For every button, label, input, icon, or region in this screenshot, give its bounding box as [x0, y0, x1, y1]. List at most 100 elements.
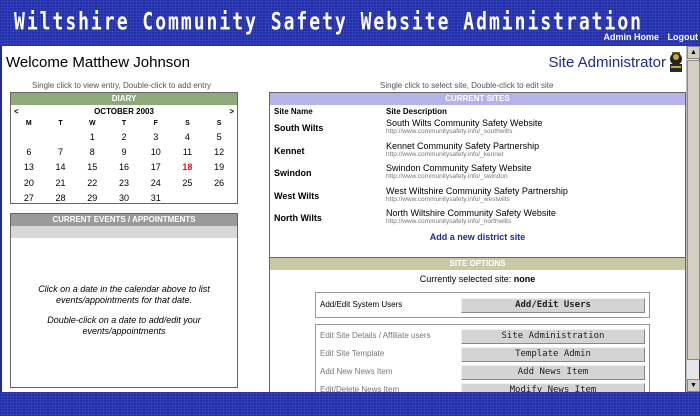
weekday-label: S — [216, 120, 222, 127]
site-description: Swindon Community Safety Website — [386, 163, 532, 174]
site-option-row: Add New News Item Add News Item — [316, 363, 649, 381]
site-description-cell: Kennet Community Safety Partnership http:… — [386, 141, 539, 163]
site-option-label: Edit Site Template — [320, 349, 385, 358]
site-options-panel: SITE OPTIONS Currently selected site: no… — [269, 257, 686, 392]
calendar-day[interactable]: 22 — [76, 176, 108, 191]
current-sites-title: CURRENT SITES — [270, 93, 685, 105]
calendar-day[interactable]: 23 — [108, 176, 140, 191]
site-option-label: Edit/Delete News Item — [320, 385, 400, 392]
prev-month-button[interactable]: < — [14, 105, 19, 118]
site-name: West Wilts — [274, 190, 320, 201]
app-title: Wiltshire Community Safety Website Admin… — [14, 8, 644, 37]
col-site-description: Site Description — [386, 107, 447, 116]
add-edit-users-button[interactable]: Add/Edit Users — [461, 298, 645, 313]
vertical-scrollbar[interactable]: ▲ ▼ — [686, 46, 700, 392]
site-option-button[interactable]: Modify News Item — [461, 383, 645, 392]
calendar-day[interactable]: 11 — [172, 145, 204, 160]
site-option-button[interactable]: Template Admin — [461, 347, 645, 362]
events-subheader — [11, 226, 237, 238]
calendar-day[interactable]: 8 — [76, 145, 108, 160]
site-name: North Wilts — [274, 213, 322, 224]
col-site-name: Site Name — [274, 107, 313, 116]
selected-site-value: none — [513, 274, 536, 284]
calendar-day[interactable]: 1 — [76, 130, 108, 145]
calendar-day[interactable]: 28 — [45, 191, 77, 206]
site-description: South Wilts Community Safety Website — [386, 118, 543, 128]
site-description-cell: North Wiltshire Community Safety Website… — [386, 208, 556, 230]
site-description: West Wiltshire Community Safety Partners… — [386, 185, 568, 196]
header-links: Admin Home Logout — [597, 32, 698, 42]
diary-title: DIARY — [11, 93, 237, 105]
calendar-grid: M T W T F S S 1 2 3 4 5 6 7 8 9 10 11 12 13 14 15 16 17 18 19 20 21… — [11, 118, 237, 206]
calendar-day[interactable]: 18 — [172, 160, 204, 175]
calendar-day[interactable]: 4 — [172, 130, 204, 145]
calendar-day[interactable]: 12 — [203, 145, 235, 160]
site-option-label: Edit Site Details / Affiliate users — [320, 331, 431, 340]
calendar-day[interactable]: 21 — [45, 176, 77, 191]
calendar-day[interactable]: 20 — [13, 176, 45, 191]
site-option-button[interactable]: Add News Item — [461, 365, 645, 380]
calendar-day[interactable]: 6 — [13, 145, 45, 160]
site-row[interactable]: Swindon Swindon Community Safety Website h… — [270, 163, 685, 185]
scroll-up-icon[interactable]: ▲ — [687, 46, 700, 59]
scroll-down-icon[interactable]: ▼ — [687, 379, 700, 392]
admin-home-link[interactable]: Admin Home — [603, 32, 659, 42]
site-url: http://www.communitysafety.info/_westwil… — [386, 195, 510, 203]
calendar-empty-cell — [203, 191, 235, 206]
system-users-label: Add/Edit System Users — [320, 300, 403, 309]
calendar-day[interactable]: 17 — [140, 160, 172, 175]
site-url: http://www.communitysafety.info/_swindon — [386, 173, 508, 181]
calendar-day[interactable]: 3 — [140, 130, 172, 145]
calendar-day[interactable]: 15 — [76, 160, 108, 175]
calendar-hint: Single click to view entry, Double-click… — [32, 81, 212, 90]
site-description-cell: West Wiltshire Community Safety Partners… — [386, 186, 568, 208]
calendar-empty-cell — [13, 130, 45, 145]
events-instructions: Click on a date in the calendar above to… — [38, 284, 210, 305]
site-description-cell: South Wilts Community Safety Website http… — [386, 118, 542, 140]
calendar-day[interactable]: 10 — [140, 145, 172, 160]
calendar-day[interactable]: 16 — [108, 160, 140, 175]
site-row[interactable]: West Wilts West Wiltshire Community Safet… — [270, 186, 685, 208]
site-name: Kennet — [274, 145, 305, 156]
weekday-label: W — [88, 120, 96, 127]
events-panel: CURRENT EVENTS / APPOINTMENTS Click on a… — [10, 213, 238, 388]
sites-column-headers: Site Name Site Description — [270, 105, 685, 118]
footer-bar — [0, 392, 700, 416]
calendar-day[interactable]: 13 — [13, 160, 45, 175]
calendar-day[interactable]: 30 — [108, 191, 140, 206]
calendar-day[interactable]: 26 — [203, 176, 235, 191]
calendar-day[interactable]: 7 — [45, 145, 77, 160]
site-description: North Wiltshire Community Safety Website — [386, 208, 556, 219]
site-options-title: SITE OPTIONS — [270, 258, 685, 270]
system-users-row: Add/Edit System Users Add/Edit Users — [316, 296, 649, 314]
crown-icon — [670, 52, 682, 72]
calendar-day[interactable]: 24 — [140, 176, 172, 191]
calendar-day[interactable]: 5 — [203, 130, 235, 145]
calendar-day[interactable]: 25 — [172, 176, 204, 191]
calendar-month: OCTOBER 2003 — [94, 107, 154, 116]
calendar-day[interactable]: 29 — [76, 191, 108, 206]
next-month-button[interactable]: > — [229, 105, 234, 118]
site-actions-box: Edit Site Details / Affiliate users Site … — [315, 324, 650, 392]
calendar-day[interactable]: 9 — [108, 145, 140, 160]
sites-hint: Single click to select site, Double-clic… — [380, 81, 554, 90]
site-url: http://www.communitysafety.info/_southwi… — [386, 128, 513, 135]
site-row[interactable]: North Wilts North Wiltshire Community Saf… — [270, 208, 685, 230]
calendar-day[interactable]: 19 — [203, 160, 235, 175]
site-option-button[interactable]: Site Administration — [461, 329, 645, 344]
calendar-day[interactable]: 27 — [13, 191, 45, 206]
scroll-thumb[interactable] — [687, 60, 700, 360]
calendar-month-row: < OCTOBER 2003 > — [11, 105, 237, 118]
site-option-label: Add New News Item — [320, 367, 393, 376]
calendar-day[interactable]: 2 — [108, 130, 140, 145]
selected-site-status: Currently selected site: none — [270, 274, 685, 284]
calendar-day[interactable]: 14 — [45, 160, 77, 175]
selected-site-label: Currently selected site: — [419, 274, 512, 284]
site-row[interactable]: Kennet Kennet Community Safety Partnershi… — [270, 141, 685, 163]
add-district-site-link[interactable]: Add a new district site — [270, 232, 685, 242]
calendar-day[interactable]: 31 — [140, 191, 172, 206]
site-row[interactable]: South Wilts South Wilts Community Safety … — [270, 118, 685, 140]
events-instructions-2: Double-click on a date to add/edit your … — [47, 315, 201, 336]
logout-link[interactable]: Logout — [668, 32, 699, 42]
main-panel: Welcome Matthew Johnson Site Administrat… — [2, 46, 686, 392]
